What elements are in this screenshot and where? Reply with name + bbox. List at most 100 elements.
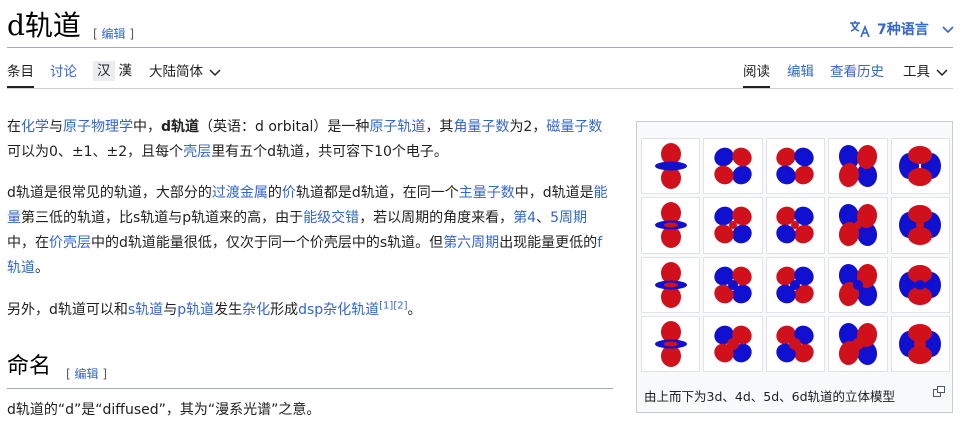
language-count: 7种语言 [877,22,929,38]
orbital-cell[interactable] [703,138,763,195]
text-run: 。 [407,302,422,318]
tab-article[interactable]: 条目 [7,63,34,88]
chevron-down-icon [936,68,948,76]
tab-talk[interactable]: 讨论 [50,63,77,81]
paragraph-naming: d轨道的“d”是“diffused”，其为“漫系光谱”之意。 [7,402,321,418]
orbital-cell[interactable] [828,256,888,313]
text-run: 的 [267,185,282,201]
wiki-link[interactable]: 杂化 [242,302,270,318]
text-run: 轨道都是d轨道，在同一个 [295,185,459,201]
text-run: ，若以周期的角度来看， [359,210,514,226]
wiki-link[interactable]: 原子物理学 [63,119,133,135]
wiki-link[interactable]: 角量子数 [453,119,509,135]
text-run: 中， [133,119,161,135]
text-run: 可以为0、±1、±2，且每个 [7,144,184,160]
citation-link[interactable]: [2] [393,300,407,311]
orbital-model-icon [776,207,815,244]
text-run: 中，d轨道是 [514,185,594,201]
orbital-model-icon [899,146,942,187]
variant-simplified[interactable]: 汉 [93,61,115,81]
wiki-link[interactable]: dsp杂化轨道 [298,302,379,318]
text-run: 与 [163,302,178,318]
text-run: 出现能量更低的 [499,235,598,251]
variant-traditional[interactable]: 漢 [115,61,137,81]
orbital-model-icon [899,205,942,246]
wiki-link[interactable]: 价壳层 [49,235,91,251]
wiki-link[interactable]: 壳层 [183,144,211,160]
language-button[interactable]: 7种语言 [849,19,955,39]
wiki-link[interactable]: 价 [282,185,296,201]
orbital-cell[interactable] [641,315,701,372]
orbital-cell[interactable] [641,197,701,254]
figure-caption: 由上而下为3d、4d、5d、6d轨道的立体模型 [644,389,896,404]
wiki-link[interactable]: 磁量子数 [546,119,602,135]
orbital-cell[interactable] [703,256,763,313]
text-run: 为2， [509,119,547,135]
wiki-link[interactable]: 主量子数 [459,185,515,201]
tab-read[interactable]: 阅读 [743,63,770,88]
wiki-link[interactable]: 原子轨道 [369,119,425,135]
citation-link[interactable]: [1] [379,300,393,311]
text-run: 另外，d轨道可以和 [7,302,128,318]
variant-switch[interactable]: 汉 漢 [93,61,136,81]
tab-edit[interactable]: 编辑 [787,63,814,81]
orbital-model-icon [838,204,877,247]
paragraph-3: 另外，d轨道可以和s轨道与p轨道发生杂化形成dsp杂化轨道[1][2]。 [7,298,614,323]
orbital-model-icon [899,323,942,364]
tab-history[interactable]: 查看历史 [830,63,884,81]
text-run: ，其 [425,119,454,135]
edit-link[interactable]: 编辑 [102,27,126,41]
orbital-model-icon [654,143,687,190]
orbital-image-grid[interactable] [641,138,950,372]
orbital-cell[interactable] [828,138,888,195]
title-edit-link[interactable]: [ 编辑 ] [93,25,134,42]
edit-link[interactable]: 编辑 [75,367,99,381]
paragraph-2: d轨道是很常见的轨道，大部分的过渡金属的价轨道都是d轨道，在同一个主量子数中，d… [7,181,614,281]
section-edit-link[interactable]: [ 编辑 ] [66,365,107,382]
orbital-cell[interactable] [765,256,826,313]
orbital-cell[interactable] [890,197,950,254]
text-run: d轨道是很常见的轨道，大部分的 [7,185,212,201]
orbital-model-icon [838,263,877,306]
wiki-link[interactable]: 第六周期 [443,235,499,251]
orbital-cell[interactable] [765,315,826,372]
wiki-link[interactable]: s轨道 [128,302,163,318]
orbital-model-icon [899,264,942,305]
text-run: 中，在 [7,235,49,251]
tools-menu[interactable]: 工具 [903,63,948,81]
chevron-down-icon [942,26,954,34]
orbital-cell[interactable] [828,315,888,372]
orbital-cell[interactable] [890,256,950,313]
orbital-cell[interactable] [765,197,826,254]
text-run: 第三低的轨道，比s轨道与p轨道来的高，由于 [21,210,304,226]
text-run: 形成 [270,302,299,318]
text-run: （英语：d orbital）是一种 [199,119,370,135]
text-run: 在 [7,119,21,135]
wiki-link[interactable]: 化学 [21,119,49,135]
orbital-cell[interactable] [890,315,950,372]
orbital-model-icon [714,325,752,363]
wiki-link[interactable]: 第4 [513,210,536,226]
orbital-cell[interactable] [890,138,950,195]
orbital-model-icon [776,325,815,363]
orbital-model-icon [776,147,815,185]
wiki-link[interactable]: 能级交错 [303,210,359,226]
enlarge-icon[interactable] [933,386,945,400]
wiki-link[interactable]: p轨道 [177,302,214,318]
region-variant-dropdown[interactable]: 大陆简体 [149,63,221,81]
wiki-link[interactable]: 过渡金属 [212,185,268,201]
orbital-cell[interactable] [703,197,763,254]
orbital-cell[interactable] [828,197,888,254]
orbital-cell[interactable] [641,256,701,313]
orbital-cell[interactable] [703,315,763,372]
orbital-cell[interactable] [765,138,826,195]
text-run: 里有五个d轨道，共可容下10个电子。 [211,144,448,160]
text-run: 中的d轨道能量很低，仅次于同一个价壳层中的s轨道。但 [91,235,444,251]
wiki-link[interactable]: 5周期 [550,210,587,226]
infobox-figure: 由上而下为3d、4d、5d、6d轨道的立体模型 [636,121,953,413]
orbital-model-icon [838,322,877,365]
section-heading: 命名 [7,354,52,379]
orbital-cell[interactable] [641,138,701,195]
title-divider [7,47,953,48]
bold-term: d轨道 [161,119,200,135]
